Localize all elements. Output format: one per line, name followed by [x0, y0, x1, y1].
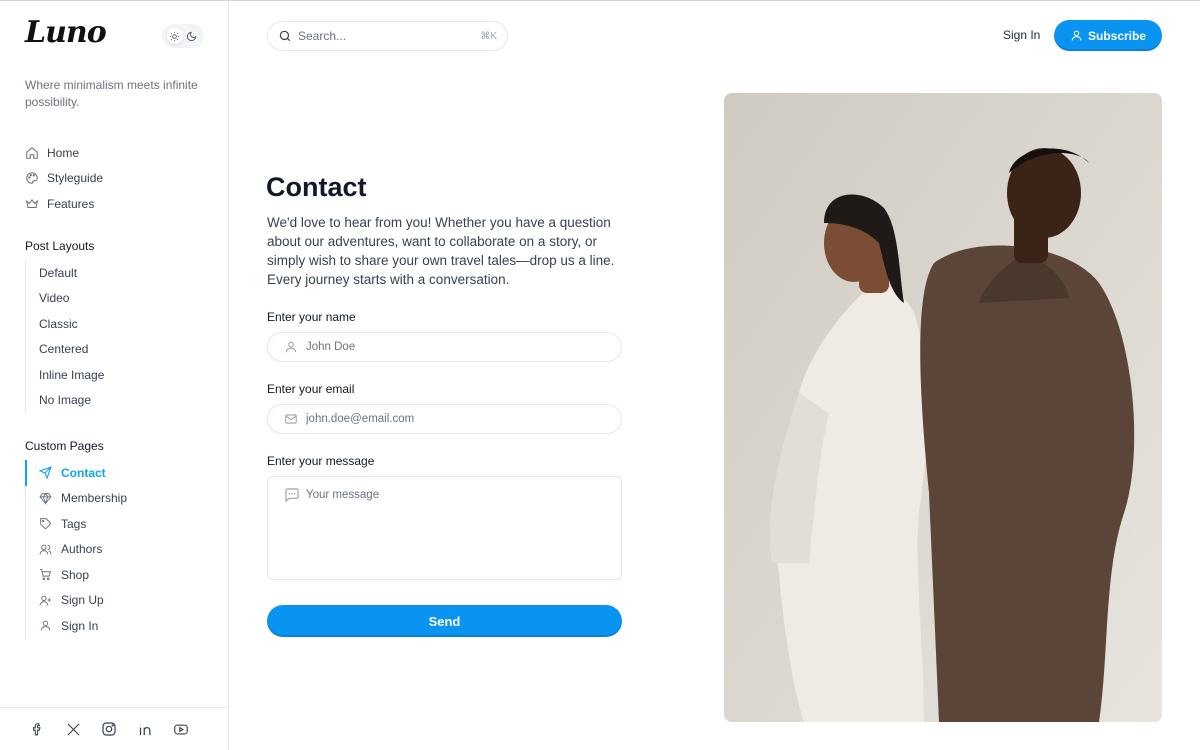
- instagram-icon[interactable]: [100, 720, 118, 738]
- sidebar-item-centered[interactable]: Centered: [26, 337, 215, 363]
- cart-icon: [40, 569, 52, 581]
- sidebar-item-label: Sign Up: [61, 593, 104, 608]
- post-layouts-list: Default Video Classic Centered Inline Im…: [25, 260, 215, 413]
- custom-pages-list: Contact Membership Tags Authors Shop Sig…: [25, 460, 215, 639]
- page-title: Contact: [266, 172, 367, 202]
- search-input[interactable]: [298, 29, 481, 43]
- email-field[interactable]: [267, 404, 622, 434]
- facebook-icon[interactable]: [28, 720, 46, 738]
- user-icon: [285, 341, 297, 353]
- sidebar-item-inline-image[interactable]: Inline Image: [26, 362, 215, 388]
- nav-item-features[interactable]: Features: [25, 191, 215, 217]
- sidebar-item-sign-in[interactable]: Sign In: [26, 613, 215, 639]
- sun-icon[interactable]: [166, 28, 183, 44]
- nav-item-label: Features: [47, 196, 95, 211]
- sidebar-item-video[interactable]: Video: [26, 286, 215, 312]
- sidebar-item-label: Membership: [61, 491, 128, 506]
- x-icon[interactable]: [64, 720, 82, 738]
- sidebar: Luno Where minimalism meets infinite pos…: [0, 1, 229, 750]
- message-field[interactable]: [267, 476, 622, 580]
- theme-toggle[interactable]: [162, 24, 204, 48]
- sidebar-item-sign-up[interactable]: Sign Up: [26, 588, 215, 614]
- moon-icon[interactable]: [184, 28, 200, 44]
- sidebar-item-shop[interactable]: Shop: [26, 562, 215, 588]
- sidebar-item-classic[interactable]: Classic: [26, 311, 215, 337]
- search-shortcut: ⌘K: [480, 30, 497, 42]
- crown-icon: [25, 198, 39, 208]
- message-label: Enter your message: [267, 454, 375, 468]
- nav-item-home[interactable]: Home: [25, 140, 215, 166]
- send-icon: [39, 466, 52, 480]
- name-field[interactable]: [267, 332, 622, 362]
- message-icon: [285, 488, 299, 503]
- name-input[interactable]: [306, 341, 621, 353]
- sidebar-item-label: Contact: [61, 465, 106, 480]
- custom-pages-heading: Custom Pages: [25, 439, 104, 453]
- email-label: Enter your email: [267, 382, 355, 396]
- subscribe-label: Subscribe: [1087, 28, 1147, 43]
- user-icon: [1071, 30, 1082, 41]
- user-plus-icon: [39, 595, 51, 606]
- search-bar[interactable]: ⌘K: [267, 21, 508, 51]
- message-input[interactable]: [306, 487, 605, 567]
- diamond-icon: [39, 492, 52, 505]
- mail-icon: [285, 414, 297, 424]
- nav-item-label: Home: [47, 145, 80, 160]
- nav-item-styleguide[interactable]: Styleguide: [25, 166, 215, 192]
- tagline: Where minimalism meets infinite possibil…: [25, 78, 198, 109]
- intro-text: We'd love to hear from you! Whether you …: [267, 215, 615, 287]
- palette-icon: [26, 172, 38, 185]
- sidebar-item-no-image[interactable]: No Image: [26, 388, 215, 414]
- user-icon: [40, 620, 51, 631]
- tag-icon: [40, 518, 51, 530]
- post-layouts-heading: Post Layouts: [25, 239, 95, 253]
- sidebar-item-label: Sign In: [61, 618, 99, 633]
- sidebar-item-tags[interactable]: Tags: [26, 511, 215, 537]
- logo[interactable]: Luno: [25, 15, 107, 50]
- sidebar-item-contact[interactable]: Contact: [25, 460, 215, 486]
- nav-item-label: Styleguide: [47, 171, 104, 186]
- subscribe-button[interactable]: Subscribe: [1054, 20, 1162, 51]
- home-icon: [26, 146, 38, 159]
- sidebar-item-membership[interactable]: Membership: [26, 486, 215, 512]
- sidebar-item-default[interactable]: Default: [26, 260, 215, 286]
- youtube-icon[interactable]: [172, 720, 190, 738]
- send-button[interactable]: Send: [267, 605, 622, 637]
- social-links: [0, 707, 228, 750]
- sign-in-link[interactable]: Sign In: [1003, 28, 1040, 42]
- hero-photo-illustration: [724, 93, 1162, 722]
- linkedin-icon[interactable]: [136, 720, 154, 738]
- main-nav: Home Styleguide Features: [25, 140, 215, 217]
- search-icon: [279, 30, 291, 42]
- sidebar-item-label: Authors: [61, 542, 103, 557]
- users-icon: [39, 544, 52, 555]
- sidebar-item-label: Shop: [61, 567, 90, 582]
- hero-photo: [724, 93, 1162, 722]
- name-label: Enter your name: [267, 310, 356, 324]
- sidebar-item-label: Tags: [61, 516, 87, 531]
- email-input[interactable]: [306, 413, 621, 425]
- sidebar-item-authors[interactable]: Authors: [26, 537, 215, 563]
